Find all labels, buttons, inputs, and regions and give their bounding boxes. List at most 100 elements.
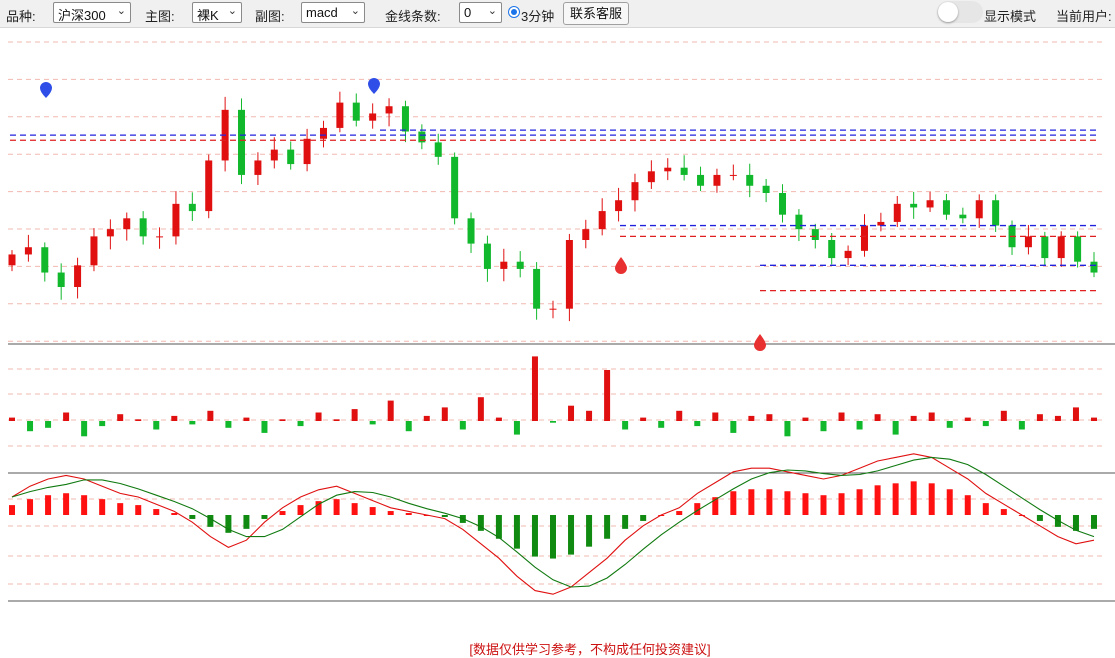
chevron-down-icon: ⌄ — [116, 5, 126, 17]
volume-bar — [1000, 410, 1007, 421]
candle-body — [549, 308, 557, 310]
candle-body — [942, 200, 950, 215]
candle-body — [369, 113, 377, 121]
candle-body — [615, 200, 623, 212]
volume-bar — [351, 409, 358, 421]
period-3min-label[interactable]: 3分钟 — [521, 6, 554, 25]
candle-body — [24, 247, 32, 255]
macd-bar — [495, 515, 502, 539]
volume-bar — [550, 421, 556, 423]
volume-bar — [225, 421, 232, 428]
macd-bar — [405, 513, 412, 515]
drop-marker-icon — [754, 334, 766, 351]
candle-body — [516, 261, 524, 269]
candle-body — [1090, 261, 1098, 273]
macd-bar — [604, 515, 611, 539]
radio-selected-icon[interactable] — [508, 6, 520, 18]
contact-service-button[interactable]: 联系客服 — [563, 2, 630, 25]
volume-bar — [1036, 414, 1043, 421]
toggle-switch-icon[interactable] — [937, 1, 983, 23]
macd-bar — [802, 493, 809, 515]
volume-bar — [604, 370, 611, 421]
main-chart-select-value: 裸K — [197, 8, 219, 23]
volume-bar — [892, 421, 899, 435]
macd-bar — [99, 499, 106, 515]
macd-bar — [297, 505, 304, 515]
macd-bar — [910, 481, 917, 515]
macd-bar — [982, 503, 989, 515]
macd-bar — [261, 515, 268, 519]
candle-body — [74, 265, 82, 287]
candle-body — [926, 200, 934, 208]
sub-chart-select[interactable]: macd ⌄ — [301, 2, 365, 23]
volume-bar — [568, 405, 575, 421]
candle-body — [647, 171, 655, 183]
volume-bar — [730, 421, 737, 433]
candle-body — [582, 229, 590, 240]
macd-bar — [1036, 515, 1043, 521]
candle-body — [123, 218, 131, 230]
chevron-down-icon: ⌄ — [350, 5, 360, 17]
volume-bar — [135, 419, 142, 421]
gold-lines-select[interactable]: 0 ⌄ — [459, 2, 502, 23]
volume-bar — [81, 421, 88, 437]
volume-bar — [207, 410, 214, 421]
macd-bar — [568, 515, 575, 555]
macd-bar — [441, 515, 448, 517]
volume-bar — [27, 421, 34, 432]
macd-bar — [531, 515, 538, 557]
macd-bar — [856, 489, 863, 515]
macd-bar — [351, 503, 358, 515]
volume-bar — [297, 421, 304, 427]
candle-body — [57, 272, 65, 287]
candle-body — [401, 106, 409, 132]
macd-bar — [117, 503, 124, 515]
macd-bar — [964, 495, 971, 515]
macd-bar — [766, 489, 773, 515]
macd-bar — [550, 515, 556, 559]
macd-bar — [874, 485, 881, 515]
macd-bar — [387, 511, 394, 515]
candle-body — [451, 156, 459, 219]
top-toolbar: 品种: 沪深300 ⌄ 主图: 裸K ⌄ 副图: macd ⌄ 金线条数: 0 … — [0, 0, 1115, 28]
macd-bar — [63, 493, 70, 515]
candle-body — [188, 203, 196, 212]
candle-body — [746, 174, 754, 186]
candle-body — [467, 218, 475, 244]
candle-body — [8, 254, 16, 266]
macd-bar — [171, 513, 178, 515]
macd-bar — [820, 495, 827, 515]
candle-body — [1074, 236, 1082, 262]
volume-bar — [838, 412, 845, 421]
variety-select[interactable]: 沪深300 ⌄ — [53, 2, 131, 23]
macd-bar — [333, 499, 340, 515]
current-user-label: 当前用户: — [1056, 9, 1112, 24]
volume-bar — [333, 419, 340, 421]
volume-bar — [45, 421, 52, 428]
volume-bar — [964, 417, 971, 421]
candle-body — [500, 261, 508, 269]
volume-bar — [694, 421, 701, 427]
macd-bar — [207, 515, 214, 527]
chevron-down-icon: ⌄ — [487, 5, 497, 17]
candle-body — [156, 236, 164, 238]
macd-bar — [784, 491, 791, 515]
volume-bar — [405, 421, 412, 432]
candle-body — [1024, 236, 1032, 248]
macd-bar — [622, 515, 629, 529]
macd-bar — [1072, 515, 1079, 531]
candle-body — [828, 240, 836, 259]
candle-body — [270, 149, 278, 161]
sub-chart-select-value: macd — [306, 5, 338, 20]
candle-body — [172, 203, 180, 237]
macd-bar — [730, 491, 737, 515]
volume-bar — [477, 397, 484, 421]
sub-chart-label: 副图: — [255, 9, 285, 24]
volume-bar — [766, 414, 773, 421]
macd-bar — [586, 515, 593, 547]
volume-bar — [189, 421, 196, 425]
volume-bar — [874, 414, 881, 421]
volume-bar — [910, 415, 917, 421]
main-chart-select[interactable]: 裸K ⌄ — [192, 2, 242, 23]
macd-bar — [27, 499, 34, 515]
